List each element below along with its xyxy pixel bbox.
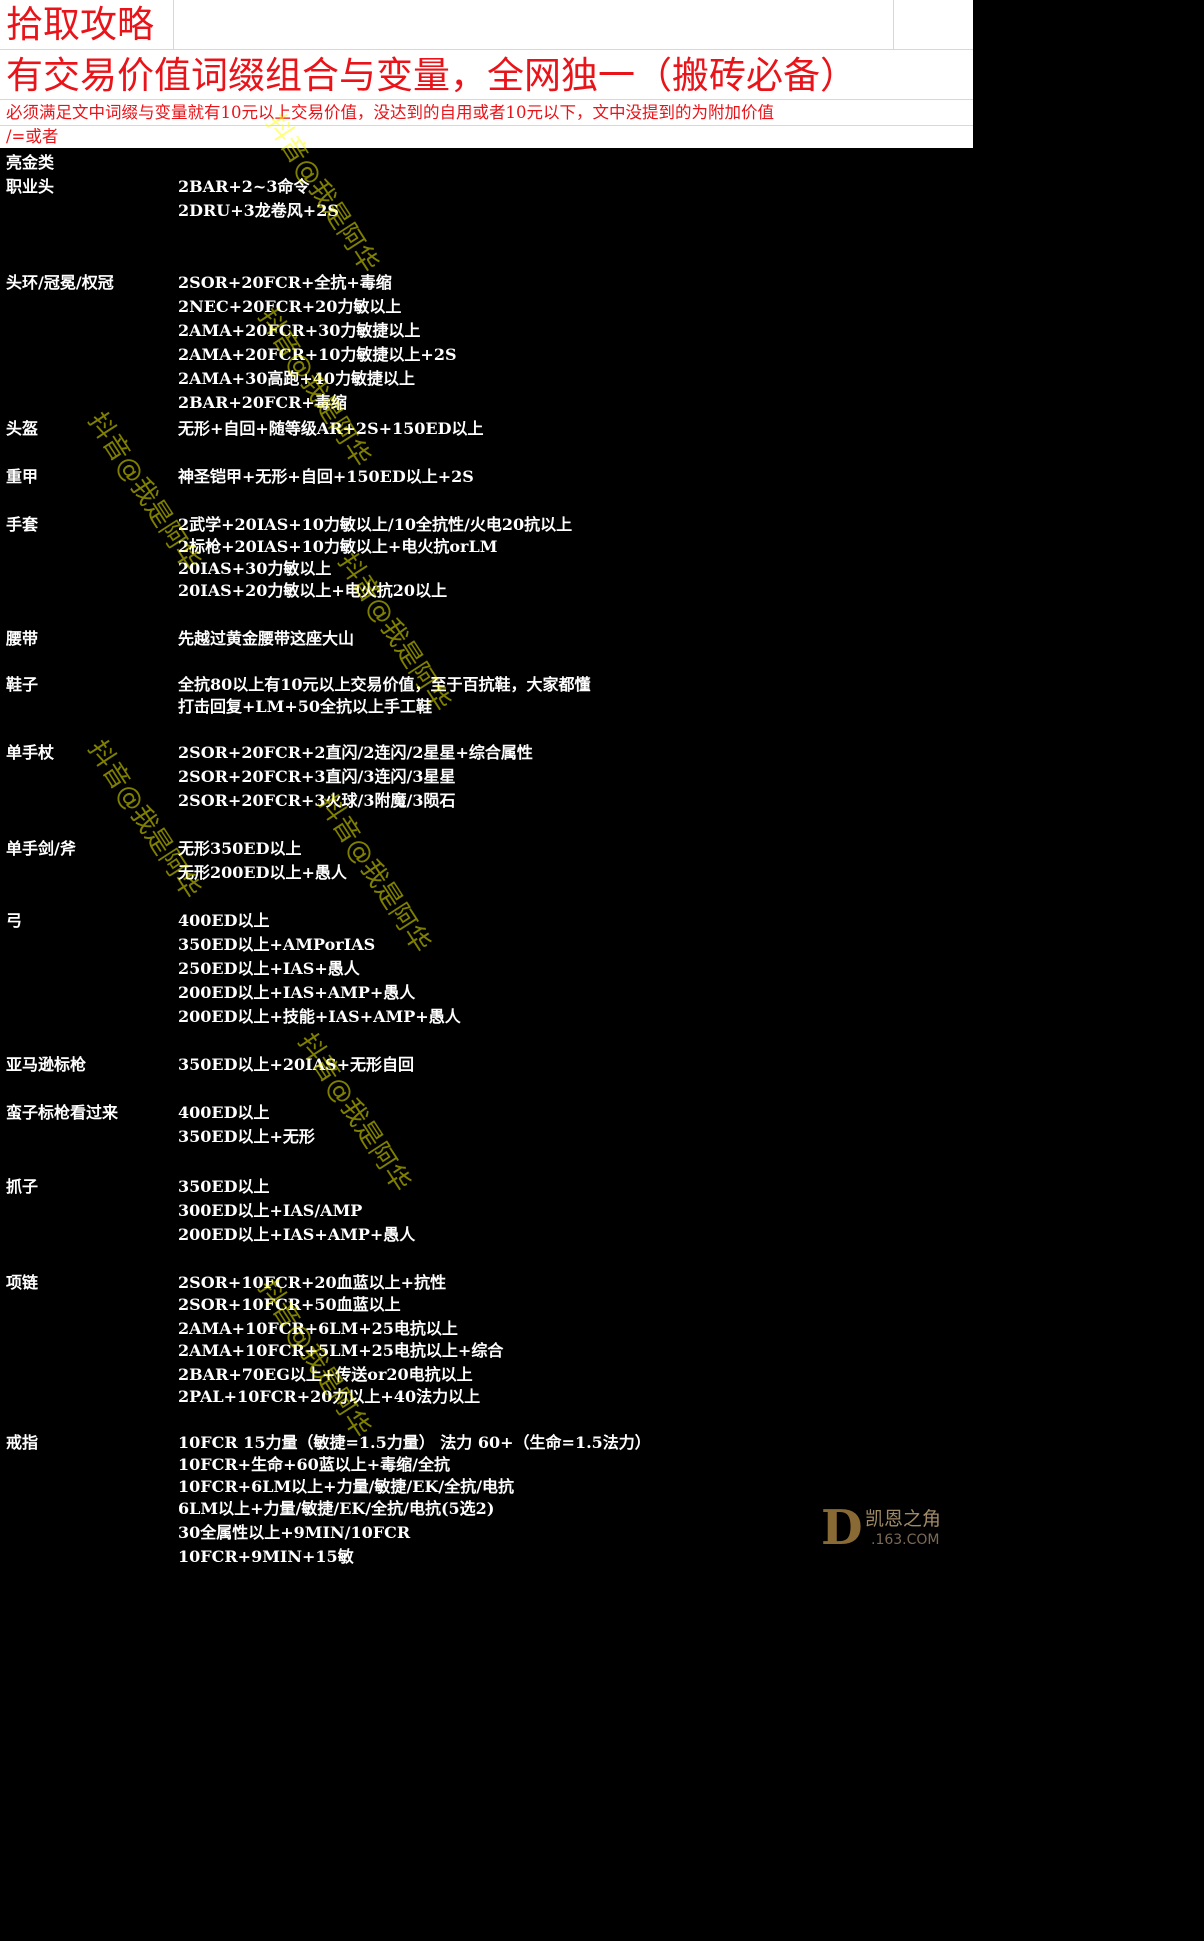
item-category: 弓 bbox=[6, 911, 23, 930]
affix-rule: 2SOR+10FCR+50血蓝以上 bbox=[178, 1295, 401, 1314]
affix-rule: 10FCR+9MIN+15敏 bbox=[178, 1547, 354, 1566]
affix-rule: 250ED以上+IAS+愚人 bbox=[178, 959, 360, 978]
affix-rule: 2AMA+10FCR+6LM+25电抗以上 bbox=[178, 1319, 458, 1338]
affix-rule: 打击回复+LM+50全抗以上手工鞋 bbox=[178, 697, 433, 716]
affix-rule: 2BAR+2~3命令 bbox=[178, 177, 310, 196]
affix-rule: 350ED以上+AMPorIAS bbox=[178, 935, 376, 954]
logo-domain: .163.COM bbox=[871, 1532, 940, 1548]
site-logo: D 凯恩之角 .163.COM bbox=[815, 1496, 971, 1564]
item-category: 戒指 bbox=[6, 1433, 39, 1452]
title-row: 拾取攻略 bbox=[0, 0, 973, 50]
item-category: 单手剑/斧 bbox=[6, 839, 76, 858]
subtitle-row: 有交易价值词缀组合与变量，全网独一（搬砖必备） bbox=[0, 50, 973, 100]
item-category: 单手杖 bbox=[6, 743, 55, 762]
affix-rule: 400ED以上 bbox=[178, 1103, 270, 1122]
affix-rule: 无形200ED以上+愚人 bbox=[178, 863, 347, 882]
item-category: 抓子 bbox=[6, 1177, 39, 1196]
affix-rule: 350ED以上+无形 bbox=[178, 1127, 315, 1146]
row-divider bbox=[0, 125, 973, 126]
cell-divider bbox=[173, 0, 174, 49]
affix-rule: 2AMA+20FCR+10力敏捷以上+2S bbox=[178, 345, 457, 364]
item-category: 头盔 bbox=[6, 419, 39, 438]
affix-rule: 2AMA+30高跑+40力敏捷以上 bbox=[178, 369, 416, 388]
affix-rule: 200ED以上+技能+IAS+AMP+愚人 bbox=[178, 1007, 461, 1026]
affix-rule: 400ED以上 bbox=[178, 911, 270, 930]
affix-rule: 6LM以上+力量/敏捷/EK/全抗/电抗(5选2) bbox=[178, 1499, 495, 1518]
item-category: 头环/冠冕/权冠 bbox=[6, 273, 114, 292]
affix-rule: 2SOR+20FCR+3直闪/3连闪/3星星 bbox=[178, 767, 456, 786]
affix-rule: 2SOR+20FCR+全抗+毒缩 bbox=[178, 273, 392, 292]
affix-rule: 350ED以上 bbox=[178, 1177, 270, 1196]
item-category: 蛮子标枪看过来 bbox=[6, 1103, 119, 1122]
logo-mark: D bbox=[821, 1500, 863, 1556]
affix-rule: 2SOR+20FCR+3火球/3附魔/3陨石 bbox=[178, 791, 456, 810]
item-category: 手套 bbox=[6, 515, 39, 534]
affix-rule: 2标枪+20IAS+10力敏以上+电火抗orLM bbox=[178, 537, 498, 556]
item-category: 腰带 bbox=[6, 629, 39, 648]
note-text: 必须满足文中词缀与变量就有10元以上交易价值，没达到的自用或者10元以下，文中没… bbox=[6, 103, 774, 122]
legend-text: /=或者 bbox=[6, 127, 59, 146]
affix-rule: 先越过黄金腰带这座大山 bbox=[178, 629, 355, 648]
affix-rule: 200ED以上+IAS+AMP+愚人 bbox=[178, 983, 416, 1002]
affix-rule: 2DRU+3龙卷风+2S bbox=[178, 201, 339, 220]
item-category: 项链 bbox=[6, 1273, 39, 1292]
affix-rule: 2SOR+20FCR+2直闪/2连闪/2星星+综合属性 bbox=[178, 743, 533, 762]
affix-rule: 神圣铠甲+无形+自回+150ED以上+2S bbox=[178, 467, 474, 486]
affix-rule: 2BAR+20FCR+毒缩 bbox=[178, 393, 347, 412]
affix-rule: 350ED以上+20IAS+无形自回 bbox=[178, 1055, 415, 1074]
affix-rule: 300ED以上+IAS/AMP bbox=[178, 1201, 363, 1220]
affix-rule: 10FCR+生命+60蓝以上+毒缩/全抗 bbox=[178, 1455, 450, 1474]
item-category: 亮金类 bbox=[6, 153, 55, 172]
item-category: 重甲 bbox=[6, 467, 39, 486]
affix-rule: 30全属性以上+9MIN/10FCR bbox=[178, 1523, 411, 1542]
logo-name: 凯恩之角 bbox=[865, 1508, 942, 1530]
affix-table: 亮金类职业头 2BAR+2~3命令 2DRU+3龙卷风+2S 头环/冠冕/权冠 2SOR… bbox=[0, 148, 973, 1568]
affix-rule: 2武学+20IAS+10力敏以上/10全抗性/火电20抗以上 bbox=[178, 515, 573, 534]
affix-rule: 20IAS+20力敏以上+电火抗20以上 bbox=[178, 581, 448, 600]
page-title: 拾取攻略 bbox=[6, 3, 154, 46]
cell-divider bbox=[893, 0, 894, 49]
note-row: 必须满足文中词缀与变量就有10元以上交易价值，没达到的自用或者10元以下，文中没… bbox=[0, 100, 973, 148]
affix-rule: 10FCR+6LM以上+力量/敏捷/EK/全抗/电抗 bbox=[178, 1477, 515, 1496]
affix-rule: 2SOR+10FCR+20血蓝以上+抗性 bbox=[178, 1273, 447, 1292]
affix-rule: 2BAR+70EG以上+传送or20电抗以上 bbox=[178, 1365, 473, 1384]
affix-rule: 无形350ED以上 bbox=[178, 839, 302, 858]
affix-rule: 2NEC+20FCR+20力敏以上 bbox=[178, 297, 402, 316]
page-subtitle: 有交易价值词缀组合与变量，全网独一（搬砖必备） bbox=[6, 54, 857, 97]
affix-rule: 全抗80以上有10元以上交易价值，至于百抗鞋，大家都懂 bbox=[178, 675, 591, 694]
item-category: 亚马逊标枪 bbox=[6, 1055, 87, 1074]
item-category: 鞋子 bbox=[6, 675, 39, 694]
affix-rule: 2AMA+10FCR+5LM+25电抗以上+综合 bbox=[178, 1341, 504, 1360]
affix-rule: 2PAL+10FCR+20力以上+40法力以上 bbox=[178, 1387, 481, 1406]
affix-rule: 200ED以上+IAS+AMP+愚人 bbox=[178, 1225, 416, 1244]
affix-rule: 20IAS+30力敏以上 bbox=[178, 559, 332, 578]
affix-rule: 无形+自回+随等级AR+2S+150ED以上 bbox=[178, 419, 484, 438]
item-category: 职业头 bbox=[6, 177, 55, 196]
affix-rule: 2AMA+20FCR+30力敏捷以上 bbox=[178, 321, 421, 340]
affix-rule: 10FCR 15力量（敏捷=1.5力量） 法力 60+（生命=1.5法力） bbox=[178, 1433, 651, 1452]
